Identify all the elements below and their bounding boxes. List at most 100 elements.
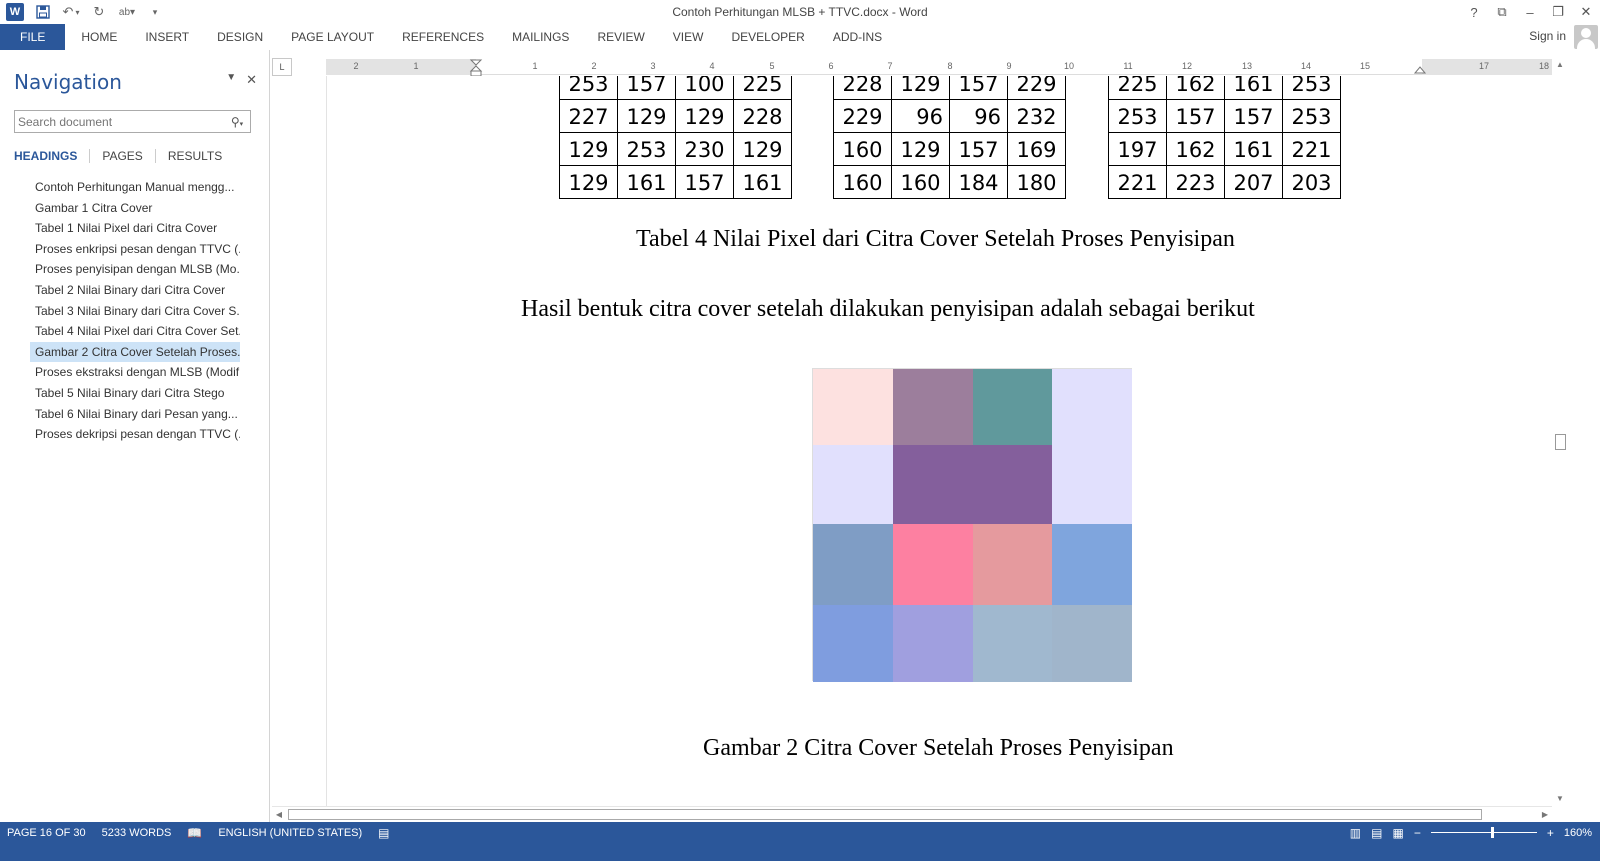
table-cell[interactable]: 129 xyxy=(891,132,950,166)
avatar[interactable] xyxy=(1574,25,1598,49)
table-cell[interactable]: 157 xyxy=(617,76,676,100)
table-cell[interactable]: 229 xyxy=(833,99,892,133)
table-cell[interactable]: 207 xyxy=(1224,165,1283,199)
table-cell[interactable]: 203 xyxy=(1282,165,1341,199)
zoom-out-icon[interactable]: − xyxy=(1414,826,1421,840)
nav-tab-headings[interactable]: HEADINGS xyxy=(14,149,89,163)
minimize-icon[interactable]: – xyxy=(1516,0,1544,24)
table-cell[interactable]: 129 xyxy=(891,76,950,100)
table-cell[interactable]: 129 xyxy=(559,165,618,199)
heading-item[interactable]: Tabel 1 Nilai Pixel dari Citra Cover xyxy=(30,218,240,239)
heading-item[interactable]: Gambar 1 Citra Cover xyxy=(30,198,240,219)
right-indent-marker-icon[interactable] xyxy=(1414,63,1426,75)
heading-item[interactable]: Proses dekripsi pesan dengan TTVC (... xyxy=(30,424,240,445)
search-icon[interactable]: ⚲▾ xyxy=(224,115,250,129)
tab-selector[interactable]: L xyxy=(272,58,292,76)
table-cell[interactable]: 96 xyxy=(891,99,950,133)
ribbon-tab-review[interactable]: REVIEW xyxy=(583,24,658,50)
table-cell[interactable]: 225 xyxy=(733,76,792,100)
table-cell[interactable]: 157 xyxy=(1166,99,1225,133)
table-cell[interactable]: 160 xyxy=(833,165,892,199)
nav-tab-results[interactable]: RESULTS xyxy=(168,149,234,163)
scroll-right-icon[interactable]: ▶ xyxy=(1538,807,1552,822)
table-cell[interactable]: 228 xyxy=(733,99,792,133)
print-layout-icon[interactable]: ▤ xyxy=(1371,826,1382,840)
web-layout-icon[interactable]: ▦ xyxy=(1392,826,1403,840)
horizontal-ruler[interactable]: 2 1 1 2 3 4 5 6 7 8 9 10 11 12 13 14 15 17 18 xyxy=(326,59,1552,77)
table-cell[interactable]: 253 xyxy=(559,76,618,100)
language-indicator[interactable]: ENGLISH (UNITED STATES) xyxy=(218,827,362,839)
table-cell[interactable]: 161 xyxy=(1224,76,1283,100)
ribbon-tab-developer[interactable]: DEVELOPER xyxy=(717,24,818,50)
table-cell[interactable]: 100 xyxy=(675,76,734,100)
page-indicator[interactable]: PAGE 16 OF 30 xyxy=(7,827,86,839)
ribbon-tab-add-ins[interactable]: ADD-INS xyxy=(819,24,896,50)
ribbon-tab-file[interactable]: FILE xyxy=(0,24,66,50)
horizontal-scroll-thumb[interactable] xyxy=(288,809,1482,820)
ribbon-tab-insert[interactable]: INSERT xyxy=(131,24,203,50)
heading-item[interactable]: Proses enkripsi pesan dengan TTVC (... xyxy=(30,239,240,260)
horizontal-scrollbar[interactable]: ◀ ▶ xyxy=(272,806,1552,822)
close-icon[interactable]: ✕ xyxy=(1572,0,1600,24)
table-cell[interactable]: 161 xyxy=(733,165,792,199)
word-count[interactable]: 5233 WORDS xyxy=(102,827,172,839)
heading-item[interactable]: Tabel 4 Nilai Pixel dari Citra Cover Set… xyxy=(30,321,240,342)
ribbon-tab-mailings[interactable]: MAILINGS xyxy=(498,24,583,50)
table-cell[interactable]: 197 xyxy=(1108,132,1167,166)
ribbon-tab-design[interactable]: DESIGN xyxy=(203,24,277,50)
help-icon[interactable]: ? xyxy=(1460,0,1488,24)
scroll-up-icon[interactable]: ▲ xyxy=(1552,58,1568,72)
table-cell[interactable]: 160 xyxy=(891,165,950,199)
table-cell[interactable]: 227 xyxy=(559,99,618,133)
table-cell[interactable]: 253 xyxy=(617,132,676,166)
table-cell[interactable]: 129 xyxy=(617,99,676,133)
scroll-down-icon[interactable]: ▼ xyxy=(1552,792,1568,806)
table-cell[interactable]: 157 xyxy=(675,165,734,199)
table-cell[interactable]: 129 xyxy=(675,99,734,133)
table-cell[interactable]: 253 xyxy=(1108,99,1167,133)
macro-recording-icon[interactable]: ▤ xyxy=(378,826,389,840)
heading-item[interactable]: Proses ekstraksi dengan MLSB (Modif... xyxy=(30,362,240,383)
table-cell[interactable]: 157 xyxy=(949,132,1008,166)
ribbon-display-options-icon[interactable]: ⧉ xyxy=(1488,0,1516,24)
table-cell[interactable]: 129 xyxy=(733,132,792,166)
table-cell[interactable]: 223 xyxy=(1166,165,1225,199)
table-cell[interactable]: 157 xyxy=(1224,99,1283,133)
table-cell[interactable]: 253 xyxy=(1282,99,1341,133)
table-cell[interactable]: 229 xyxy=(1007,76,1066,100)
restore-icon[interactable]: ❐ xyxy=(1544,0,1572,24)
heading-item[interactable]: Tabel 5 Nilai Binary dari Citra Stego xyxy=(30,383,240,404)
vertical-scrollbar[interactable]: ▲ ▼ xyxy=(1552,58,1568,806)
nav-tab-pages[interactable]: PAGES xyxy=(102,149,154,163)
cover-image[interactable] xyxy=(812,368,1132,682)
ribbon-tab-references[interactable]: REFERENCES xyxy=(388,24,498,50)
heading-item[interactable]: Tabel 6 Nilai Binary dari Pesan yang... xyxy=(30,404,240,425)
pane-options-icon[interactable]: ▼ xyxy=(226,72,236,88)
table-cell[interactable]: 225 xyxy=(1108,76,1167,100)
table-cell[interactable]: 232 xyxy=(1007,99,1066,133)
zoom-slider-thumb[interactable] xyxy=(1490,827,1494,838)
ribbon-tab-view[interactable]: VIEW xyxy=(659,24,718,50)
table-cell[interactable]: 230 xyxy=(675,132,734,166)
table-cell[interactable]: 129 xyxy=(559,132,618,166)
zoom-slider[interactable] xyxy=(1430,827,1537,838)
table-cell[interactable]: 161 xyxy=(1224,132,1283,166)
ribbon-tab-home[interactable]: HOME xyxy=(67,24,131,50)
table-cell[interactable]: 162 xyxy=(1166,76,1225,100)
heading-item[interactable]: Contoh Perhitungan Manual mengg... xyxy=(30,177,240,198)
table-cell[interactable]: 161 xyxy=(617,165,676,199)
table-cell[interactable]: 169 xyxy=(1007,132,1066,166)
heading-item[interactable]: Tabel 2 Nilai Binary dari Citra Cover xyxy=(30,280,240,301)
table-cell[interactable]: 253 xyxy=(1282,76,1341,100)
table-cell[interactable]: 180 xyxy=(1007,165,1066,199)
zoom-in-icon[interactable]: + xyxy=(1547,826,1554,840)
vertical-scroll-thumb[interactable] xyxy=(1555,434,1566,450)
table-cell[interactable]: 162 xyxy=(1166,132,1225,166)
read-mode-icon[interactable]: ▥ xyxy=(1350,826,1361,840)
table-cell[interactable]: 96 xyxy=(949,99,1008,133)
sign-in-link[interactable]: Sign in xyxy=(1529,29,1566,43)
ribbon-tab-page-layout[interactable]: PAGE LAYOUT xyxy=(277,24,388,50)
table-cell[interactable]: 228 xyxy=(833,76,892,100)
search-input[interactable] xyxy=(15,111,224,132)
table-cell[interactable]: 157 xyxy=(949,76,1008,100)
